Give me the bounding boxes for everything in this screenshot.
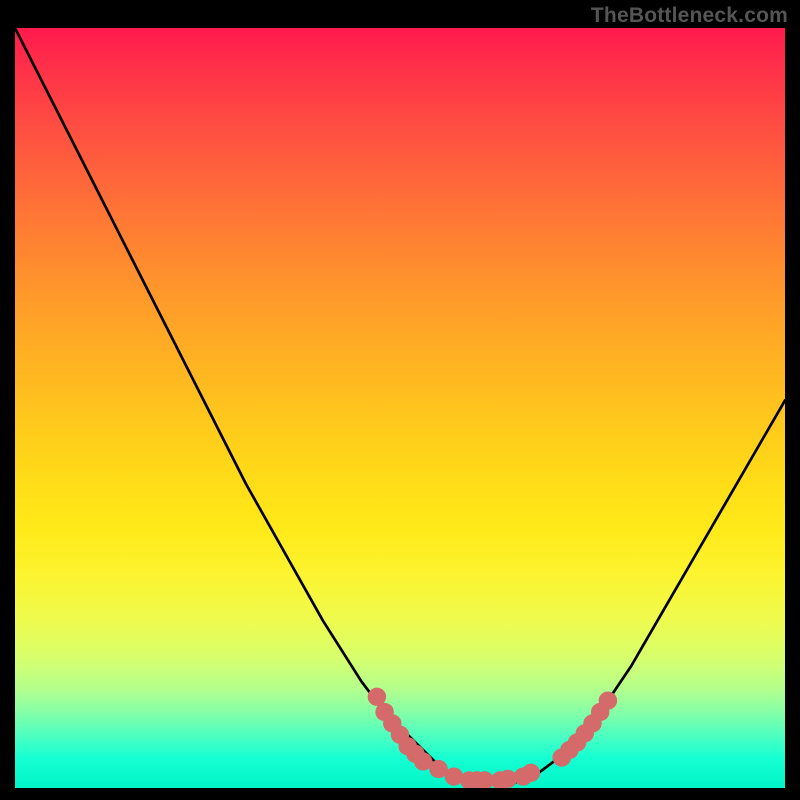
data-point [599, 691, 617, 709]
watermark-text: TheBottleneck.com [591, 4, 788, 28]
chart-area [15, 28, 785, 788]
data-point [445, 767, 463, 785]
data-point [522, 764, 540, 782]
chart-svg [15, 28, 785, 788]
marker-group [368, 688, 617, 788]
bottleneck-curve [15, 28, 785, 784]
